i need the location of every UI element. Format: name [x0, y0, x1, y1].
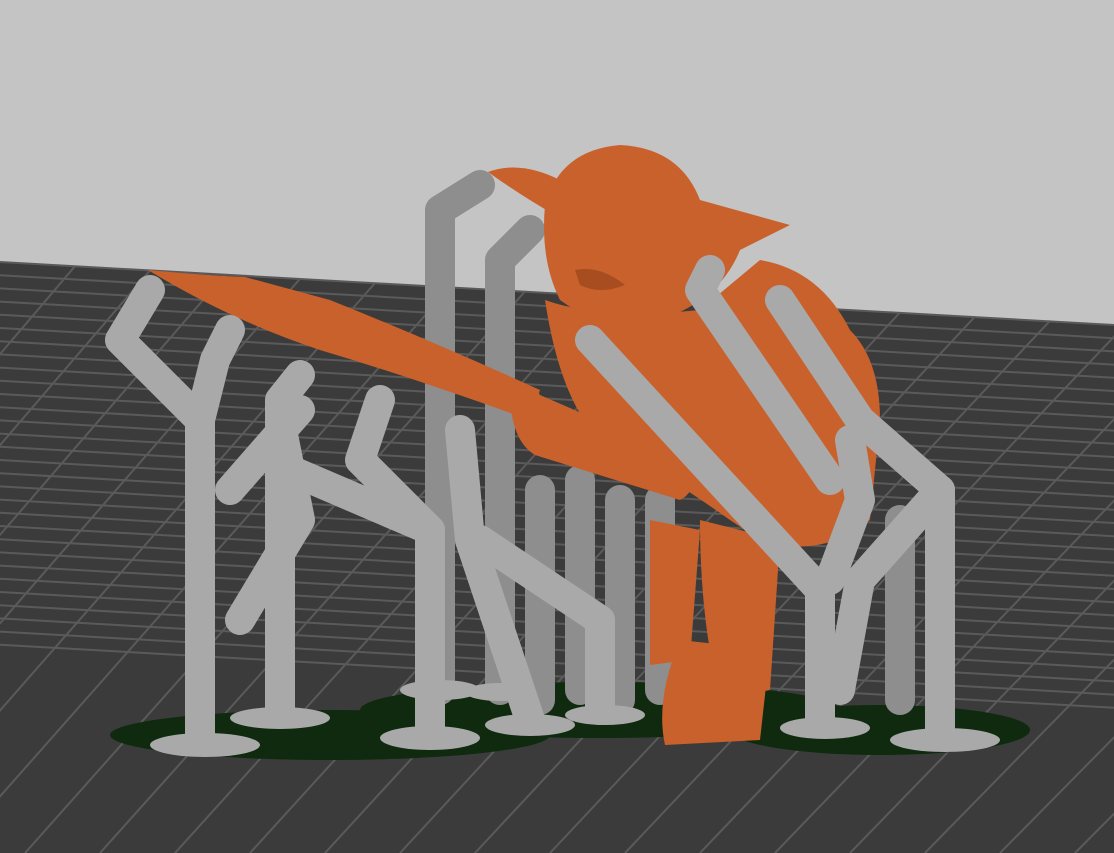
scene-canvas[interactable]	[0, 0, 1114, 853]
3d-viewport[interactable]	[0, 0, 1114, 853]
goblin-boot	[662, 640, 770, 745]
